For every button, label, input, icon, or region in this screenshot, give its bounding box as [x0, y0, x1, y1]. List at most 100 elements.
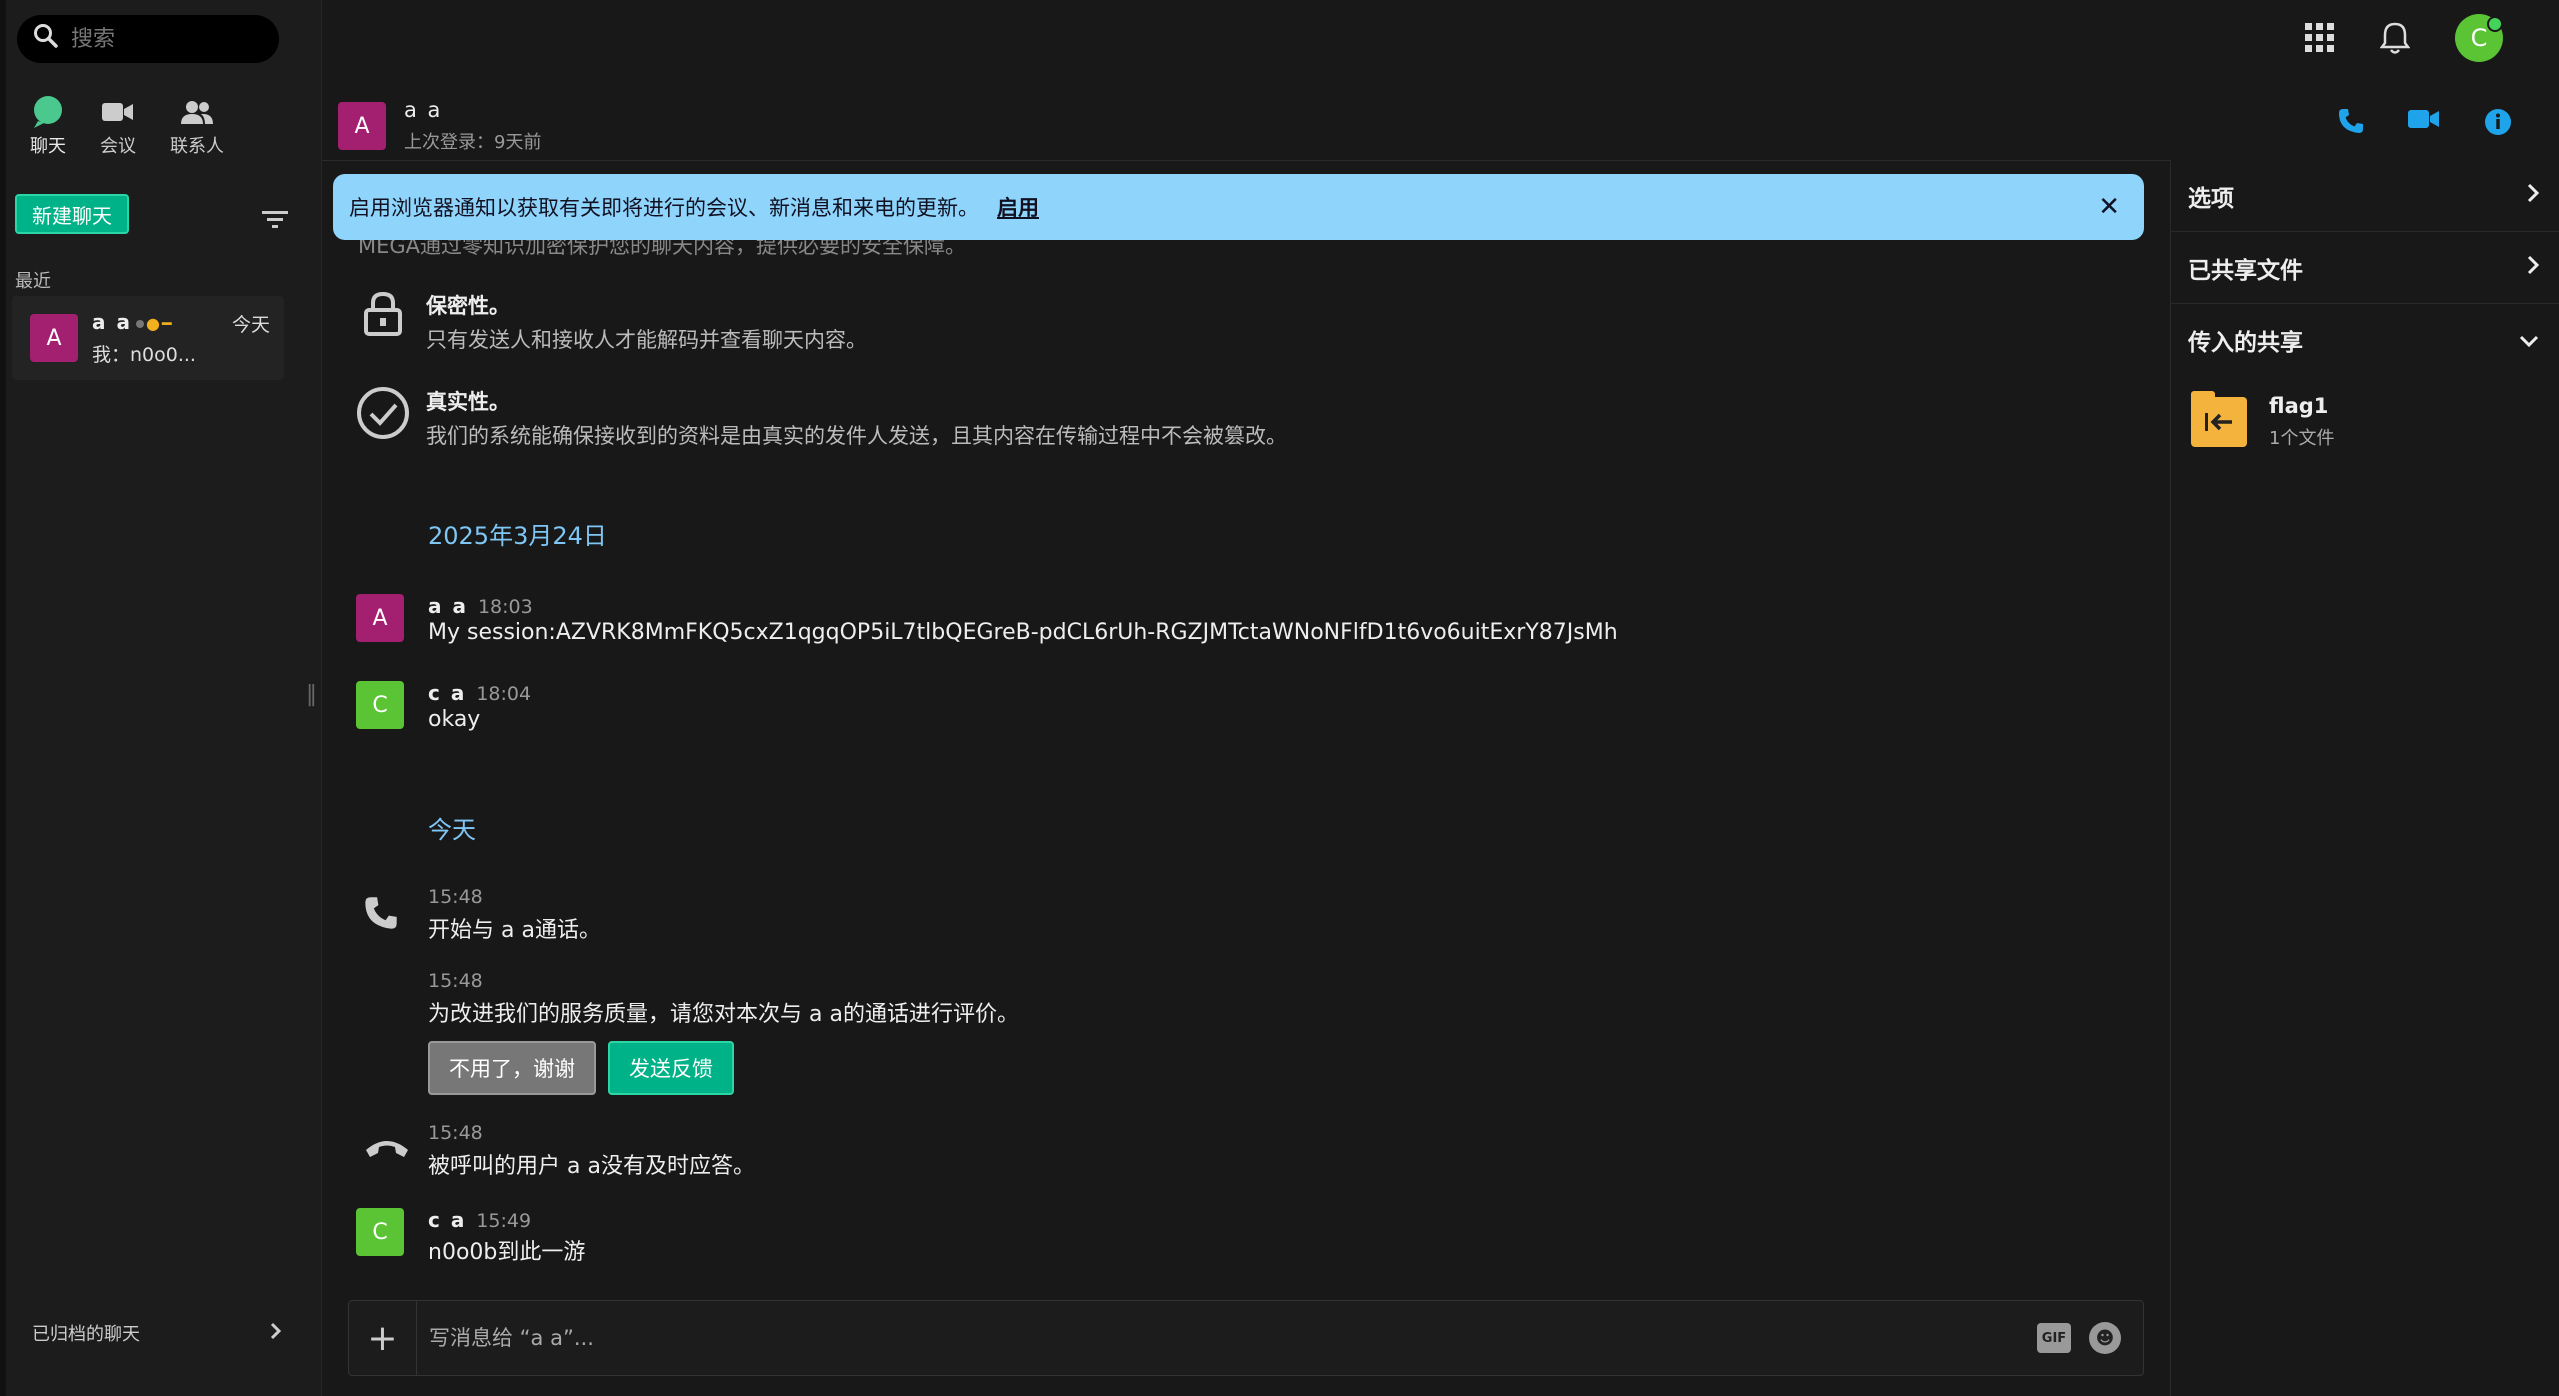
- incoming-folder-icon: [2191, 391, 2247, 447]
- info-text: 我们的系统能确保接收到的资料是由真实的发件人发送，且其内容在传输过程中不会被篡改…: [426, 424, 1287, 448]
- message-text: okay: [428, 707, 481, 732]
- main-nav: 聊天 会议 联系人: [30, 92, 258, 158]
- nav-chat[interactable]: 聊天: [30, 92, 66, 158]
- message-list[interactable]: MEGA通过零知识加密保护您的聊天内容，提供必要的安全保障。 保密性。 只有发送…: [322, 240, 2170, 1300]
- incoming-share-item[interactable]: flag1 1个文件: [2171, 376, 2559, 468]
- shared-files-label: 已共享文件: [2188, 257, 2303, 284]
- message-input[interactable]: [429, 1326, 2037, 1350]
- nav-meetings[interactable]: 会议: [100, 92, 136, 158]
- phone-call-icon: [364, 896, 398, 936]
- apps-grid-icon[interactable]: [2305, 23, 2335, 53]
- nav-contacts-label: 联系人: [170, 136, 224, 157]
- send-feedback-button[interactable]: 发送反馈: [608, 1041, 734, 1095]
- close-icon[interactable]: ✕: [2098, 192, 2120, 222]
- archived-chats-label: 已归档的聊天: [32, 1324, 140, 1345]
- bell-icon[interactable]: [2380, 21, 2410, 55]
- info-authenticity: 真实性。 我们的系统能确保接收到的资料是由真实的发件人发送，且其内容在传输过程中…: [354, 386, 1287, 450]
- nav-contacts[interactable]: 联系人: [170, 92, 224, 158]
- incoming-shares-label: 传入的共享: [2188, 330, 2303, 356]
- chat-item-time: 今天: [232, 314, 271, 336]
- info-text: 只有发送人和接收人才能解码并查看聊天内容。: [426, 328, 867, 352]
- avatar: C: [356, 681, 404, 729]
- notification-banner: 启用浏览器通知以获取有关即将进行的会议、新消息和来电的更新。 启用 ✕: [333, 174, 2144, 240]
- gif-button[interactable]: GIF: [2037, 1323, 2071, 1353]
- avatar: C: [356, 1208, 404, 1256]
- chevron-down-icon: [2519, 327, 2539, 353]
- message-time: 18:04: [476, 683, 532, 705]
- avatar: A: [356, 594, 404, 642]
- chat-icon: [30, 92, 66, 132]
- incoming-shares-section[interactable]: 传入的共享: [2171, 304, 2559, 376]
- event-text: 开始与 a a通话。: [428, 918, 601, 943]
- conversation-actions: [2338, 108, 2556, 136]
- banner-text: 启用浏览器通知以获取有关即将进行的会议、新消息和来电的更新。: [349, 196, 979, 220]
- options-label: 选项: [2188, 185, 2234, 212]
- event-time: 15:48: [428, 970, 483, 992]
- no-thanks-button[interactable]: 不用了，谢谢: [428, 1041, 596, 1095]
- date-separator: 2025年3月24日: [428, 522, 607, 550]
- message-sender: c a: [428, 1208, 467, 1232]
- status-dot-icon: [135, 319, 144, 328]
- details-panel: 选项 已共享文件 传入的共享 flag1 1个文件: [2170, 160, 2559, 1396]
- message-sender: c a: [428, 681, 467, 705]
- encryption-intro-text: MEGA通过零知识加密保护您的聊天内容，提供必要的安全保障。: [358, 240, 967, 258]
- info-icon[interactable]: [2484, 108, 2512, 136]
- avatar[interactable]: A: [338, 102, 386, 150]
- left-sidebar: 聊天 会议 联系人 新建聊天 最近 A a a ●━ 今天 我：n0o0... 已…: [0, 0, 322, 1396]
- archived-chats-link[interactable]: 已归档的聊天: [32, 1320, 282, 1346]
- enable-notifications-link[interactable]: 启用: [997, 192, 1039, 222]
- call-rating-event: 15:48 为改进我们的服务质量，请您对本次与 a a的通话进行评价。: [428, 970, 1019, 1028]
- video-call-icon[interactable]: [2408, 108, 2440, 136]
- event-time: 15:48: [428, 1122, 483, 1144]
- search-icon: [33, 23, 59, 55]
- message-text: n0o0b到此一游: [428, 1240, 586, 1265]
- conversation-name: a a: [404, 98, 443, 122]
- check-circle-icon: [354, 386, 412, 450]
- new-chat-button[interactable]: 新建聊天: [15, 194, 129, 234]
- chat-item-preview: 我：n0o0...: [92, 344, 196, 366]
- conversation-status: 上次登录：9天前: [404, 132, 542, 153]
- lock-icon: [354, 290, 412, 354]
- call-missed-event: 15:48 被呼叫的用户 a a没有及时应答。: [428, 1122, 755, 1180]
- chevron-right-icon: [2527, 255, 2540, 281]
- video-icon: [102, 92, 134, 132]
- info-confidentiality: 保密性。 只有发送人和接收人才能解码并查看聊天内容。: [354, 290, 867, 354]
- conversation-header: A a a 上次登录：9天前: [338, 98, 541, 154]
- hangup-icon: [364, 1136, 410, 1166]
- chat-list-item[interactable]: A a a ●━ 今天 我：n0o0...: [12, 296, 284, 380]
- top-bar-actions: C: [2305, 14, 2559, 62]
- chat-item-name: a a: [92, 310, 132, 334]
- info-title: 真实性。: [426, 390, 510, 414]
- share-file-count: 1个文件: [2269, 428, 2335, 449]
- nav-chat-label: 聊天: [30, 136, 66, 157]
- message-sender: a a: [428, 594, 468, 618]
- contacts-icon: [181, 92, 213, 132]
- date-separator: 今天: [428, 816, 476, 844]
- event-time: 15:48: [428, 886, 483, 908]
- search-box[interactable]: [17, 15, 279, 63]
- chevron-right-icon: [270, 1322, 282, 1345]
- call-started-event: 15:48 开始与 a a通话。: [428, 886, 601, 944]
- recent-label: 最近: [15, 271, 51, 292]
- info-title: 保密性。: [426, 294, 510, 318]
- event-text: 被呼叫的用户 a a没有及时应答。: [428, 1154, 755, 1179]
- add-attachment-button[interactable]: +: [349, 1301, 417, 1375]
- panel-resize-handle[interactable]: ‖: [306, 682, 317, 707]
- message-composer: + GIF ☻: [348, 1300, 2144, 1376]
- user-avatar[interactable]: C: [2455, 14, 2503, 62]
- message-text: My session:AZVRK8MmFKQ5cxZ1qgqOP5iL7tlbQ…: [428, 620, 1618, 645]
- share-name: flag1: [2269, 394, 2329, 418]
- filter-icon[interactable]: [262, 210, 288, 235]
- header-divider: [322, 160, 2170, 161]
- options-section[interactable]: 选项: [2171, 160, 2559, 232]
- message-time: 15:49: [476, 1210, 532, 1232]
- message-time: 18:03: [477, 596, 533, 618]
- phone-icon[interactable]: [2338, 108, 2364, 136]
- event-text: 为改进我们的服务质量，请您对本次与 a a的通话进行评价。: [428, 1002, 1019, 1027]
- nav-meetings-label: 会议: [100, 136, 136, 157]
- key-icon: ●━: [145, 314, 174, 333]
- search-input[interactable]: [71, 26, 261, 52]
- chevron-right-icon: [2527, 183, 2540, 209]
- shared-files-section[interactable]: 已共享文件: [2171, 232, 2559, 304]
- emoji-icon[interactable]: ☻: [2089, 1322, 2121, 1354]
